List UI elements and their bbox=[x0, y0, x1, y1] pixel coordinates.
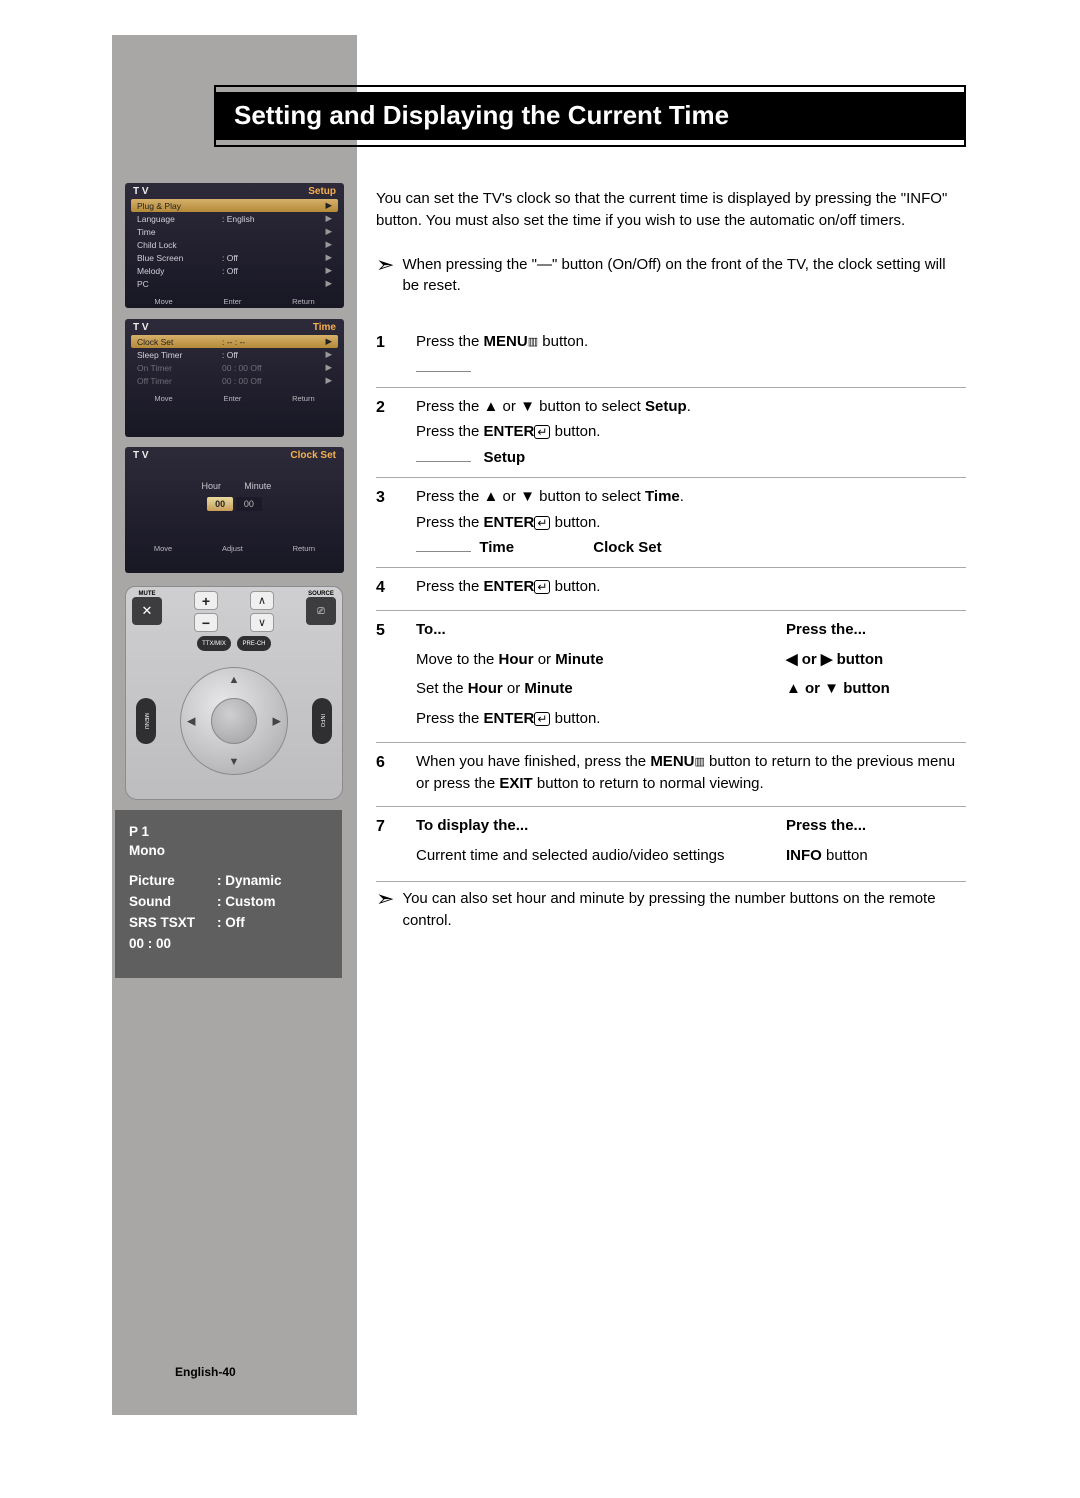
info-row: Picture: Dynamic bbox=[129, 870, 328, 891]
instructions: You can set the TV's clock so that the c… bbox=[376, 188, 966, 957]
enter-icon: ↵ bbox=[534, 580, 550, 594]
osd1-header-left: T V bbox=[133, 186, 149, 197]
osd3-footer: Move Adjust Return bbox=[125, 541, 344, 557]
osd1-footer: Move Enter Return bbox=[125, 294, 344, 310]
up-icon: ▲ bbox=[229, 674, 240, 686]
osd-clock-set: T V Clock Set Hour Minute 00 00 Move Adj… bbox=[125, 447, 344, 573]
left-icon: ◀ bbox=[187, 715, 195, 728]
osd2-body: Clock Set: -- : --▶ Sleep Timer: Off▶ On… bbox=[125, 335, 344, 391]
info-mono: Mono bbox=[129, 843, 328, 858]
ttxmix-button[interactable]: TTX/MIX bbox=[197, 636, 231, 651]
info-row: SRS TSXT: Off bbox=[129, 912, 328, 933]
osd-row: Clock Set: -- : --▶ bbox=[131, 335, 338, 348]
enter-icon: ↵ bbox=[534, 516, 550, 530]
divider bbox=[376, 881, 966, 882]
page-footer: English-40 bbox=[175, 1365, 236, 1379]
info-panel: P 1 Mono Picture: Dynamic Sound: Custom … bbox=[115, 810, 342, 978]
osd-row: On Timer00 : 00 Off▶ bbox=[131, 361, 338, 374]
osd2-footer: Move Enter Return bbox=[125, 391, 344, 407]
osd-row: Time▶ bbox=[131, 225, 338, 238]
enter-icon: ↵ bbox=[534, 712, 550, 726]
menu-icon: ▥ bbox=[528, 335, 538, 351]
step-3: 3 Press the ▲ or ▼ button to select Time… bbox=[376, 477, 966, 567]
ch-up-button[interactable]: ∧ bbox=[250, 591, 274, 610]
minute-value: 00 bbox=[236, 497, 262, 511]
osd-row: Sleep Timer: Off▶ bbox=[131, 348, 338, 361]
info-side-button[interactable]: INFO bbox=[312, 698, 332, 744]
menu-icon: ▥ bbox=[694, 755, 704, 771]
osd1-header-right: Setup bbox=[308, 186, 336, 197]
title-bar: Setting and Displaying the Current Time bbox=[214, 92, 966, 140]
volume-buttons: + − bbox=[194, 591, 218, 632]
menu-side-button[interactable]: MENU bbox=[136, 698, 156, 744]
osd-row: Child Lock▶ bbox=[131, 238, 338, 251]
vol-down-button[interactable]: − bbox=[194, 613, 218, 632]
right-icon: ▶ bbox=[273, 715, 281, 728]
osd-row: Off Timer00 : 00 Off▶ bbox=[131, 374, 338, 387]
osd-row: Plug & Play▶ bbox=[131, 199, 338, 212]
down-icon: ▼ bbox=[229, 756, 240, 768]
nav-ring[interactable]: ▲ ▼ ◀ ▶ bbox=[180, 667, 288, 775]
step-2: 2 Press the ▲ or ▼ button to select Setu… bbox=[376, 387, 966, 477]
note-row: ➣ When pressing the "—" button (On/Off) … bbox=[376, 254, 966, 298]
enter-button[interactable] bbox=[211, 698, 257, 744]
info-row: Sound: Custom bbox=[129, 891, 328, 912]
osd2-header-left: T V bbox=[133, 322, 149, 333]
hour-value: 00 bbox=[207, 497, 233, 511]
note2-text: You can also set hour and minute by pres… bbox=[402, 888, 966, 932]
page-title: Setting and Displaying the Current Time bbox=[214, 92, 966, 131]
osd-row: Melody: Off▶ bbox=[131, 264, 338, 277]
osd-setup: T V Setup Plug & Play▶ Language: English… bbox=[125, 183, 344, 308]
osd-row: PC▶ bbox=[131, 277, 338, 290]
osd1-body: Plug & Play▶ Language: English▶ Time▶ Ch… bbox=[125, 199, 344, 294]
info-row: 00 : 00 bbox=[129, 933, 328, 954]
step-6: 6 When you have finished, press the MENU… bbox=[376, 742, 966, 807]
vol-up-button[interactable]: + bbox=[194, 591, 218, 610]
osd3-header-left: T V bbox=[133, 450, 149, 461]
info-p: P 1 bbox=[129, 824, 328, 839]
note-icon: ➣ bbox=[376, 254, 394, 276]
enter-icon: ↵ bbox=[534, 425, 550, 439]
mute-button[interactable]: ✕ bbox=[132, 597, 162, 625]
step-5: 5 To... Press the... Move to the Hour or… bbox=[376, 610, 966, 742]
ch-down-button[interactable]: ∨ bbox=[250, 613, 274, 632]
step-4: 4 Press the ENTER↵ button. bbox=[376, 567, 966, 610]
channel-buttons: ∧ ∨ bbox=[250, 591, 274, 632]
intro-text: You can set the TV's clock so that the c… bbox=[376, 188, 966, 232]
note-row: ➣ You can also set hour and minute by pr… bbox=[376, 888, 966, 932]
osd-row: Language: English▶ bbox=[131, 212, 338, 225]
osd2-header-right: Time bbox=[313, 322, 336, 333]
osd-row: Blue Screen: Off▶ bbox=[131, 251, 338, 264]
osd3-header-right: Clock Set bbox=[290, 450, 336, 461]
note1-text: When pressing the "—" button (On/Off) on… bbox=[402, 254, 966, 298]
remote-control: MUTE ✕ + − ∧ ∨ SOURCE ⎚ TTX/MIX PRE-CH M… bbox=[125, 586, 343, 800]
step-1: 1 Press the MENU▥ button. Result: The ma… bbox=[376, 323, 966, 387]
source-button[interactable]: ⎚ bbox=[306, 597, 336, 625]
step-7: 7 To display the... Press the... Current… bbox=[376, 806, 966, 875]
prech-button[interactable]: PRE-CH bbox=[237, 636, 271, 651]
note-icon: ➣ bbox=[376, 888, 394, 910]
osd-time: T V Time Clock Set: -- : --▶ Sleep Timer… bbox=[125, 319, 344, 437]
